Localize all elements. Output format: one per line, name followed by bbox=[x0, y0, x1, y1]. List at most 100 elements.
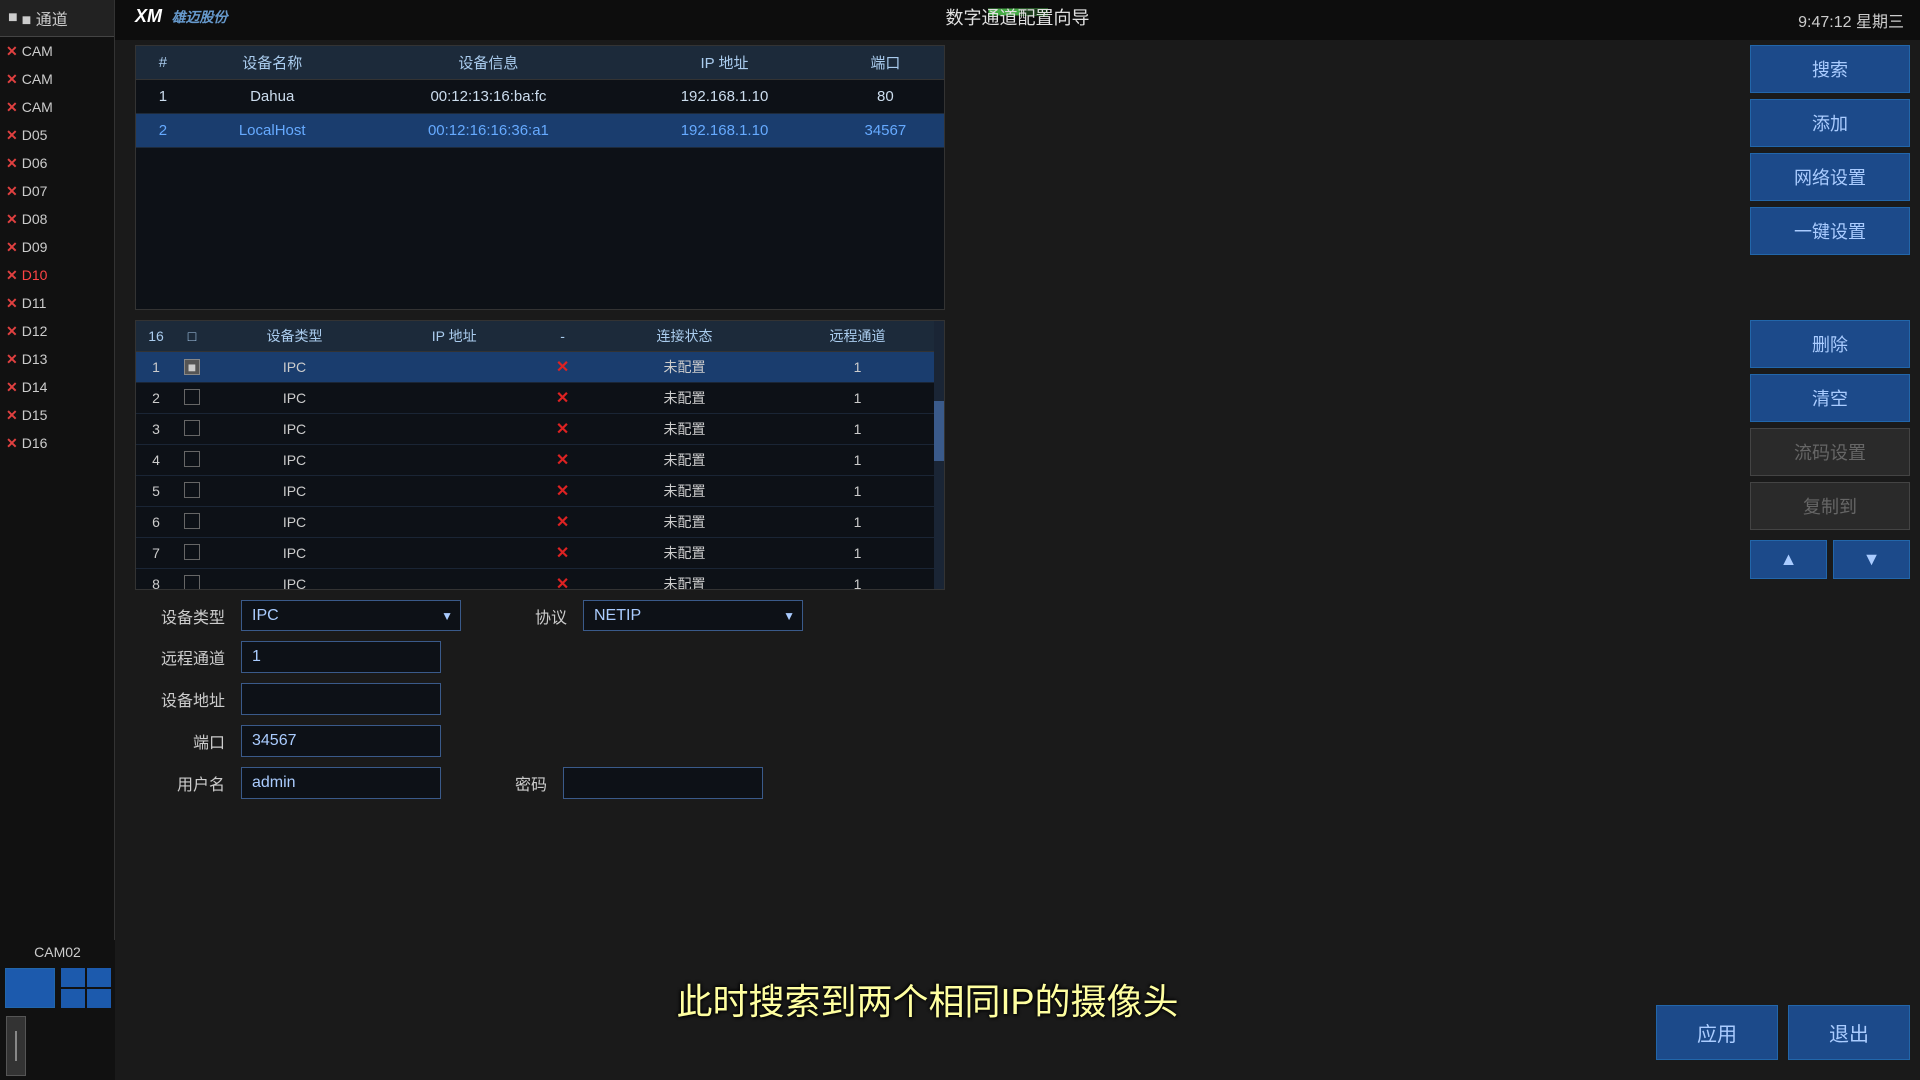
x-icon-d15: ✕ bbox=[6, 407, 18, 424]
apply-button[interactable]: 应用 bbox=[1656, 1005, 1778, 1060]
exit-button[interactable]: 退出 bbox=[1788, 1005, 1910, 1060]
ch-cell-check-4[interactable] bbox=[176, 476, 208, 507]
sidebar-item-cam2[interactable]: ✕CAM bbox=[0, 65, 114, 93]
channel-panel: 16 □ 设备类型 IP 地址 - 连接状态 远程通道 1 ■ IPC ✕ 未配… bbox=[135, 320, 945, 590]
sidebar-item-d06[interactable]: ✕D06 bbox=[0, 149, 114, 177]
search-row-0[interactable]: 1 Dahua 00:12:13:16:ba:fc 192.168.1.10 8… bbox=[136, 80, 944, 114]
ch-cell-status-3: 未配置 bbox=[598, 445, 771, 476]
port-input[interactable] bbox=[241, 725, 441, 757]
sidebar-label-d05: D05 bbox=[22, 127, 48, 143]
port-label: 端口 bbox=[135, 729, 225, 753]
ch-cell-check-7[interactable] bbox=[176, 569, 208, 591]
device-type-label: 设备类型 bbox=[135, 604, 225, 628]
checkbox-5[interactable] bbox=[184, 513, 200, 529]
ch-cell-status-icon-4: ✕ bbox=[527, 476, 598, 507]
checkbox-3[interactable] bbox=[184, 451, 200, 467]
checkbox-7[interactable] bbox=[184, 575, 200, 591]
scroll-handle[interactable] bbox=[6, 1016, 26, 1076]
sidebar-item-d05[interactable]: ✕D05 bbox=[0, 121, 114, 149]
channel-row-6[interactable]: 7 IPC ✕ 未配置 1 bbox=[136, 538, 944, 569]
channel-row-1[interactable]: 2 IPC ✕ 未配置 1 bbox=[136, 383, 944, 414]
search-panel: # 设备名称 设备信息 IP 地址 端口 1 Dahua 00:12:13:16… bbox=[135, 45, 945, 310]
ch-cell-check-6[interactable] bbox=[176, 538, 208, 569]
sidebar-item-d11[interactable]: ✕D11 bbox=[0, 289, 114, 317]
single-view-btn[interactable] bbox=[5, 968, 55, 1008]
sidebar-header-label: ■ 通道 bbox=[22, 6, 68, 30]
ch-cell-ip-2 bbox=[381, 414, 527, 445]
sidebar-item-d14[interactable]: ✕D14 bbox=[0, 373, 114, 401]
ch-cell-check-3[interactable] bbox=[176, 445, 208, 476]
ch-cell-status-icon-3: ✕ bbox=[527, 445, 598, 476]
ch-col-type: 设备类型 bbox=[208, 321, 381, 352]
ch-cell-check-2[interactable] bbox=[176, 414, 208, 445]
sidebar-item-d07[interactable]: ✕D07 bbox=[0, 177, 114, 205]
sidebar-item-d10[interactable]: ✕D10 bbox=[0, 261, 114, 289]
add-button[interactable]: 添加 bbox=[1750, 99, 1910, 147]
checkbox-4[interactable] bbox=[184, 482, 200, 498]
status-x-3: ✕ bbox=[556, 452, 569, 469]
sidebar-label-d08: D08 bbox=[22, 211, 48, 227]
x-icon-d06: ✕ bbox=[6, 155, 18, 172]
sidebar-item-d12[interactable]: ✕D12 bbox=[0, 317, 114, 345]
protocol-select[interactable]: NETIP ONVIF RTSP bbox=[583, 600, 803, 631]
sidebar-item-d15[interactable]: ✕D15 bbox=[0, 401, 114, 429]
sidebar-item-d13[interactable]: ✕D13 bbox=[0, 345, 114, 373]
col-ip: IP 地址 bbox=[622, 46, 826, 80]
ch-cell-type-2: IPC bbox=[208, 414, 381, 445]
sidebar-item-cam1[interactable]: ✕CAM bbox=[0, 37, 114, 65]
ch-cell-check-5[interactable] bbox=[176, 507, 208, 538]
clear-button[interactable]: 清空 bbox=[1750, 374, 1910, 422]
ch-cell-remote-6: 1 bbox=[771, 538, 944, 569]
logo-zh: 雄迈股份 bbox=[172, 9, 228, 25]
channel-scroll-thumb[interactable] bbox=[934, 401, 944, 461]
checkbox-1[interactable] bbox=[184, 389, 200, 405]
col-name: 设备名称 bbox=[190, 46, 355, 80]
channel-scrollbar[interactable] bbox=[934, 321, 944, 589]
device-addr-input[interactable] bbox=[241, 683, 441, 715]
sidebar-item-d09[interactable]: ✕D09 bbox=[0, 233, 114, 261]
ch-cell-check-0[interactable]: ■ bbox=[176, 352, 208, 383]
search-cell-ip: 192.168.1.10 bbox=[622, 114, 826, 148]
x-icon-d10: ✕ bbox=[6, 267, 18, 284]
ch-cell-status-4: 未配置 bbox=[598, 476, 771, 507]
quad-view-btn[interactable] bbox=[61, 968, 111, 1008]
channel-row-7[interactable]: 8 IPC ✕ 未配置 1 bbox=[136, 569, 944, 591]
checkbox-0[interactable]: ■ bbox=[184, 359, 200, 375]
channel-table: 16 □ 设备类型 IP 地址 - 连接状态 远程通道 1 ■ IPC ✕ 未配… bbox=[136, 321, 944, 590]
sidebar-item-d16[interactable]: ✕D16 bbox=[0, 429, 114, 457]
ch-cell-num-1: 2 bbox=[136, 383, 176, 414]
onekey-settings-button[interactable]: 一键设置 bbox=[1750, 207, 1910, 255]
checkbox-6[interactable] bbox=[184, 544, 200, 560]
channel-row-4[interactable]: 5 IPC ✕ 未配置 1 bbox=[136, 476, 944, 507]
down-button[interactable]: ▼ bbox=[1833, 540, 1910, 579]
ch-col-check: □ bbox=[176, 321, 208, 352]
form-row-device-type: 设备类型 IPC NVR DVR 协议 NETIP ONVIF RTSP bbox=[135, 600, 945, 631]
username-input[interactable] bbox=[241, 767, 441, 799]
network-settings-button[interactable]: 网络设置 bbox=[1750, 153, 1910, 201]
up-button[interactable]: ▲ bbox=[1750, 540, 1827, 579]
search-cell-name: LocalHost bbox=[190, 114, 355, 148]
sidebar-item-d08[interactable]: ✕D08 bbox=[0, 205, 114, 233]
search-button[interactable]: 搜索 bbox=[1750, 45, 1910, 93]
sidebar-item-cam3[interactable]: ✕CAM bbox=[0, 93, 114, 121]
status-x-5: ✕ bbox=[556, 514, 569, 531]
sidebar-label-d16: D16 bbox=[22, 435, 48, 451]
channel-row-5[interactable]: 6 IPC ✕ 未配置 1 bbox=[136, 507, 944, 538]
checkbox-2[interactable] bbox=[184, 420, 200, 436]
channel-row-3[interactable]: 4 IPC ✕ 未配置 1 bbox=[136, 445, 944, 476]
sidebar-label-cam1: CAM bbox=[22, 43, 53, 59]
search-cell-name: Dahua bbox=[190, 80, 355, 114]
password-input[interactable] bbox=[563, 767, 763, 799]
ch-cell-status-5: 未配置 bbox=[598, 507, 771, 538]
delete-button[interactable]: 删除 bbox=[1750, 320, 1910, 368]
sidebar-label-d13: D13 bbox=[22, 351, 48, 367]
device-type-select[interactable]: IPC NVR DVR bbox=[241, 600, 461, 631]
channel-row-0[interactable]: 1 ■ IPC ✕ 未配置 1 bbox=[136, 352, 944, 383]
search-row-1[interactable]: 2 LocalHost 00:12:16:16:36:a1 192.168.1.… bbox=[136, 114, 944, 148]
ch-cell-check-1[interactable] bbox=[176, 383, 208, 414]
status-x-6: ✕ bbox=[556, 545, 569, 562]
remote-ch-input[interactable] bbox=[241, 641, 441, 673]
ch-cell-status-1: 未配置 bbox=[598, 383, 771, 414]
channel-row-2[interactable]: 3 IPC ✕ 未配置 1 bbox=[136, 414, 944, 445]
top-bar: XM 雄迈股份 数字通道配置向导 9:47:12 星期三 bbox=[115, 0, 1920, 40]
